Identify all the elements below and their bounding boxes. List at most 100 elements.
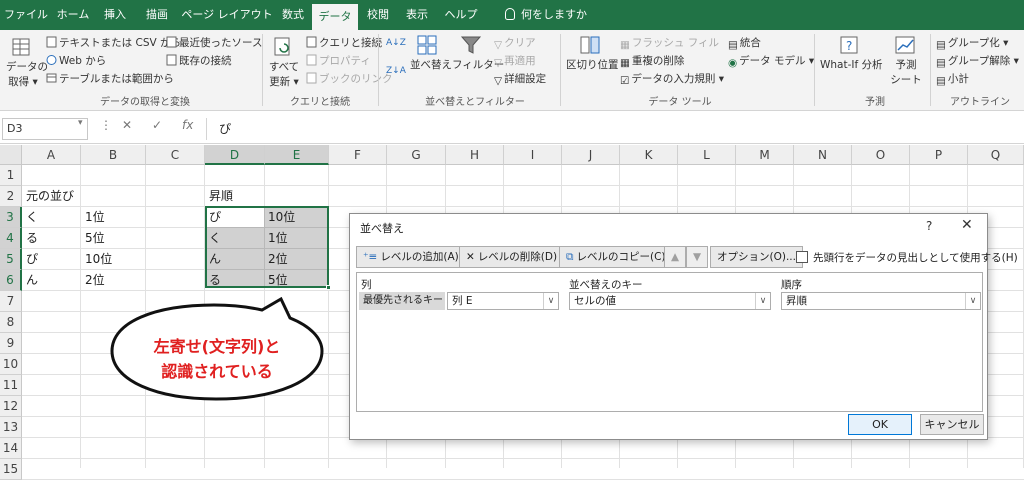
row-header-2[interactable]: 2 [0, 186, 22, 207]
column-header-G[interactable]: G [387, 145, 446, 165]
row-header-6[interactable]: 6 [0, 270, 22, 291]
tab-view[interactable]: 表示 [400, 0, 434, 30]
cell-B5[interactable]: 10位 [82, 249, 112, 270]
tell-me-search[interactable]: 何をしますか [494, 0, 598, 30]
tab-formulas[interactable]: 数式 [276, 0, 310, 30]
what-if-button[interactable]: ? What-If 分析 [820, 34, 883, 84]
delete-level-button[interactable]: ✕ レベルの削除(D) [459, 246, 565, 268]
cell-A5[interactable]: ぴ [23, 249, 38, 270]
column-header-C[interactable]: C [146, 145, 205, 165]
tab-review[interactable]: 校閲 [362, 0, 394, 30]
row-header-14[interactable]: 14 [0, 438, 22, 459]
advanced-filter-button[interactable]: ▽ 詳細設定 [494, 71, 546, 87]
sort-column-select[interactable]: 列 E ∨ [447, 292, 559, 310]
row-header-12[interactable]: 12 [0, 396, 22, 417]
row-header-13[interactable]: 13 [0, 417, 22, 438]
close-icon[interactable]: ✕ [961, 217, 973, 233]
reapply-button[interactable]: ▽ 再適用 [494, 53, 536, 69]
cell-B6[interactable]: 2位 [82, 270, 105, 291]
name-box-dropdown-icon[interactable]: ▾ [78, 118, 83, 128]
column-header-F[interactable]: F [329, 145, 387, 165]
cell-A2[interactable]: 元の並び [23, 186, 74, 207]
move-up-button[interactable]: ▲ [664, 246, 686, 268]
column-header-B[interactable]: B [81, 145, 146, 165]
remove-duplicates-button[interactable]: ▦ 重複の削除 [620, 53, 684, 69]
copy-level-button[interactable]: ⧉ レベルのコピー(C) [559, 246, 673, 268]
ok-button[interactable]: OK [848, 414, 912, 435]
row-header-7[interactable]: 7 [0, 291, 22, 312]
tab-file[interactable]: ファイル [4, 0, 48, 30]
cell-D6[interactable]: る [206, 270, 221, 291]
tab-home[interactable]: ホーム [54, 0, 92, 30]
data-validation-button[interactable]: ☑ データの入力規則 ▾ [620, 71, 724, 87]
properties-button[interactable]: プロパティ [306, 53, 371, 68]
tab-insert[interactable]: 挿入 [98, 0, 132, 30]
column-header-A[interactable]: A [22, 145, 81, 165]
options-button[interactable]: オプション(O)... [710, 246, 803, 268]
refresh-all-button[interactable]: すべて 更新 ▾ [266, 36, 302, 88]
from-text-csv-button[interactable]: テキストまたは CSV から [46, 35, 181, 50]
tab-data[interactable]: データ [312, 4, 358, 30]
cancel-entry-icon[interactable]: ✕ [122, 118, 132, 132]
column-header-E[interactable]: E [265, 145, 329, 165]
column-header-K[interactable]: K [620, 145, 678, 165]
row-header-10[interactable]: 10 [0, 354, 22, 375]
sort-descending-button[interactable]: Z↓A [386, 66, 406, 76]
column-header-D[interactable]: D [205, 145, 265, 165]
add-level-button[interactable]: ⁺≡ レベルの追加(A) [356, 246, 466, 268]
insert-function-icon[interactable]: fx [182, 118, 193, 132]
cell-A4[interactable]: る [23, 228, 38, 249]
tab-page-layout[interactable]: ページ レイアウト [180, 0, 274, 30]
sort-order-select[interactable]: 昇順 ∨ [781, 292, 981, 310]
move-down-button[interactable]: ▼ [686, 246, 708, 268]
sort-ascending-button[interactable]: A↓Z [386, 38, 406, 48]
cell-E3[interactable]: 10位 [265, 207, 295, 228]
cell-D5[interactable]: ん [206, 249, 221, 270]
filter-button[interactable]: フィルター [452, 34, 504, 84]
row-header-8[interactable]: 8 [0, 312, 22, 333]
cancel-button[interactable]: キャンセル [920, 414, 984, 435]
recent-sources-button[interactable]: 最近使ったソース [166, 35, 262, 50]
fill-handle[interactable] [326, 285, 331, 290]
row-header-5[interactable]: 5 [0, 249, 22, 270]
help-icon[interactable]: ? [926, 219, 932, 233]
get-data-button[interactable]: データの 取得 ▾ [6, 36, 48, 88]
cell-E6[interactable]: 5位 [265, 270, 288, 291]
row-header-15[interactable]: 15 [0, 459, 22, 480]
cell-E5[interactable]: 2位 [265, 249, 288, 270]
column-header-N[interactable]: N [794, 145, 852, 165]
row-header-1[interactable]: 1 [0, 165, 22, 186]
column-header-P[interactable]: P [910, 145, 968, 165]
column-header-I[interactable]: I [504, 145, 562, 165]
cell-B4[interactable]: 5位 [82, 228, 105, 249]
consolidate-button[interactable]: ▤ 統合 [728, 35, 761, 51]
forecast-sheet-button[interactable]: 予測 シート [888, 34, 924, 86]
row-header-3[interactable]: 3 [0, 207, 22, 228]
column-header-H[interactable]: H [446, 145, 504, 165]
column-header-O[interactable]: O [852, 145, 910, 165]
cell-B3[interactable]: 1位 [82, 207, 105, 228]
sort-button[interactable]: 並べ替え [410, 34, 452, 84]
from-table-button[interactable]: テーブルまたは範囲から [46, 71, 174, 86]
edit-links-button[interactable]: ブックのリンク [306, 71, 393, 86]
cell-D3[interactable]: ぴ [206, 207, 221, 228]
name-box[interactable]: D3 [2, 118, 88, 140]
subtotal-button[interactable]: ▤ 小計 [936, 71, 969, 87]
from-web-button[interactable]: Web から [46, 53, 106, 68]
enter-entry-icon[interactable]: ✓ [152, 118, 162, 132]
text-to-columns-button[interactable]: 区切り位置 [566, 34, 619, 84]
cell-D2[interactable]: 昇順 [206, 186, 233, 207]
existing-connections-button[interactable]: 既存の接続 [166, 53, 232, 68]
cell-A3[interactable]: く [23, 207, 38, 228]
sort-on-select[interactable]: セルの値 ∨ [569, 292, 771, 310]
queries-connections-button[interactable]: クエリと接続 [306, 35, 382, 50]
clear-filter-button[interactable]: ▽ クリア [494, 35, 536, 51]
flash-fill-button[interactable]: ▦ フラッシュ フィル [620, 35, 719, 51]
cell-D4[interactable]: く [206, 228, 221, 249]
formula-input[interactable]: ぴ [206, 118, 1022, 140]
tab-help[interactable]: ヘルプ [442, 0, 480, 30]
header-row-checkbox[interactable] [796, 251, 808, 263]
cell-A6[interactable]: ん [23, 270, 38, 291]
tab-draw[interactable]: 描画 [140, 0, 174, 30]
ungroup-button[interactable]: ▤ グループ解除 ▾ [936, 53, 1019, 69]
